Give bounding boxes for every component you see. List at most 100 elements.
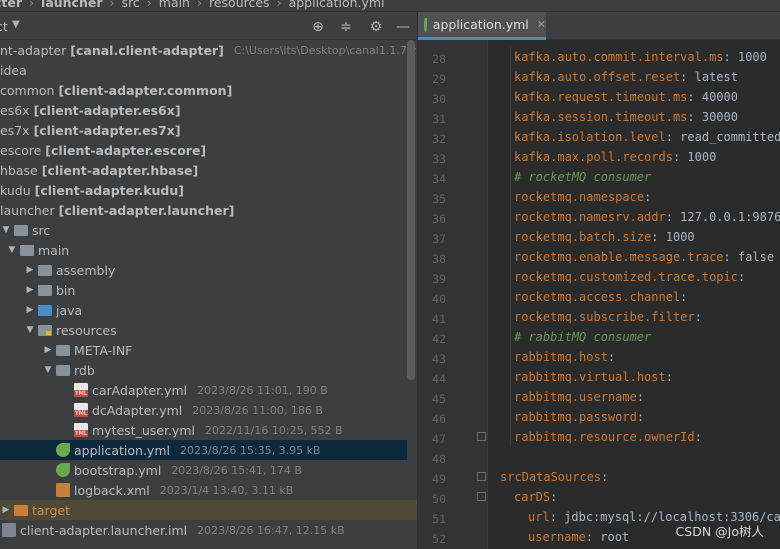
code-line[interactable]: rabbitmq.resource.ownerId: xyxy=(514,427,702,447)
folder-icon xyxy=(14,224,28,236)
tree-item[interactable]: nt-adapter [canal.client-adapter] C:\Users… xyxy=(0,40,417,60)
tree-item[interactable]: ▶ assembly xyxy=(0,260,407,280)
yaml-value: 30000 xyxy=(694,110,738,124)
line-number: 45 xyxy=(432,392,446,406)
folder-icon xyxy=(38,324,52,336)
tree-item[interactable]: launcher [client-adapter.launcher] xyxy=(0,200,407,220)
code-line[interactable]: srcDataSources: xyxy=(500,467,608,487)
tree-item-label: assembly xyxy=(56,262,116,278)
collapse-arrow-icon[interactable]: ▶ xyxy=(42,345,54,355)
code-line[interactable]: kafka.max.poll.records: 1000 xyxy=(514,147,716,167)
collapse-all-icon[interactable]: ≑ xyxy=(338,19,354,35)
code-line[interactable]: carDS: xyxy=(514,487,557,507)
code-line[interactable]: kafka.request.timeout.ms: 40000 xyxy=(514,87,738,107)
code-line[interactable]: kafka.session.timeout.ms: 30000 xyxy=(514,107,738,127)
collapse-arrow-icon[interactable]: ▶ xyxy=(24,285,36,295)
fold-start-icon[interactable] xyxy=(477,492,486,501)
gear-icon[interactable]: ⚙ xyxy=(368,19,384,35)
yaml-key: kafka.auto.offset.reset xyxy=(514,70,681,84)
spring-file-icon xyxy=(56,463,70,477)
fold-end-icon[interactable] xyxy=(477,432,486,441)
editor: application.yml ✕ 28 29 30 31 32 33 34 35 36 37 38… xyxy=(417,12,780,549)
collapse-arrow-icon[interactable]: ▶ xyxy=(24,305,36,315)
breadcrumb-item[interactable]: src xyxy=(122,0,140,10)
expand-arrow-icon[interactable]: ▼ xyxy=(24,325,36,335)
tree-item-label: escore xyxy=(0,142,42,158)
chevron-down-icon[interactable]: ▼ xyxy=(12,19,20,30)
close-icon[interactable]: ✕ xyxy=(537,18,546,31)
code-line[interactable]: rocketmq.batch.size: 1000 xyxy=(514,227,695,247)
expand-arrow-icon[interactable]: ▼ xyxy=(6,245,18,255)
tree-item[interactable]: es6x [client-adapter.es6x] xyxy=(0,100,407,120)
code-line[interactable]: rocketmq.access.channel: xyxy=(514,287,687,307)
code-line[interactable]: # rabbitMQ consumer xyxy=(514,327,651,347)
code-line[interactable]: kafka.auto.offset.reset: latest xyxy=(514,67,738,87)
tree-item[interactable]: ▼ rdb xyxy=(0,360,407,380)
line-number: 52 xyxy=(432,532,446,546)
tree-item[interactable]: application.yml 2023/8/26 15:35, 3.95 kB xyxy=(0,440,407,460)
tree-item[interactable]: ▼ src xyxy=(0,220,407,240)
yaml-key: kafka.auto.commit.interval.ms xyxy=(514,50,724,64)
tree-item-label: bootstrap.yml xyxy=(74,462,162,478)
breadcrumb-item[interactable]: main xyxy=(159,0,190,10)
expand-arrow-icon[interactable]: ▼ xyxy=(42,365,54,375)
yaml-colon: : xyxy=(585,530,594,544)
code-line[interactable]: rabbitmq.username: xyxy=(514,387,644,407)
code-line[interactable]: kafka.auto.commit.interval.ms: 1000 xyxy=(514,47,767,67)
code-line[interactable]: rabbitmq.password: xyxy=(514,407,644,427)
yaml-value: latest xyxy=(687,70,738,84)
tree-item[interactable]: client-adapter.launcher.iml 2023/8/26 16:… xyxy=(0,520,407,540)
module-name: [client-adapter.es6x] xyxy=(33,102,181,118)
tree-item[interactable]: logback.xml 2023/1/4 13:40, 3.11 kB xyxy=(0,480,407,500)
project-panel: ct ▼ ⊕ ≑ ⚙ — nt-adapter[canal.client-ada… xyxy=(0,12,417,549)
line-number: 46 xyxy=(432,412,446,426)
code-line[interactable]: rocketmq.namespace: xyxy=(514,187,651,207)
tree-item[interactable]: ▶ META-INF xyxy=(0,340,407,360)
tree-item[interactable]: bootstrap.yml 2023/8/26 15:41, 174 B xyxy=(0,460,407,480)
fold-start-icon[interactable] xyxy=(477,472,486,481)
breadcrumb-item[interactable]: cter xyxy=(0,0,22,10)
hide-panel-icon[interactable]: — xyxy=(395,19,411,35)
code-line[interactable]: rocketmq.enable.message.trace: false xyxy=(514,247,774,267)
breadcrumb-item[interactable]: application.yml xyxy=(289,0,385,10)
tree-item[interactable]: ▶ java xyxy=(0,300,407,320)
yaml-key: rabbitmq.username xyxy=(514,390,637,404)
code-line[interactable]: rocketmq.customized.trace.topic: xyxy=(514,267,745,287)
code-line[interactable]: username: root xyxy=(528,527,629,547)
tree-item-label: kudu xyxy=(0,182,31,198)
tree-item[interactable]: hbase [client-adapter.hbase] xyxy=(0,160,407,180)
yaml-colon: : xyxy=(687,90,695,104)
line-number: 49 xyxy=(432,472,446,486)
project-view-title[interactable]: ct xyxy=(0,19,8,34)
tree-item[interactable]: idea xyxy=(0,60,407,80)
vertical-scrollbar[interactable] xyxy=(407,40,415,380)
collapse-arrow-icon[interactable]: ▶ xyxy=(0,505,12,515)
code-line[interactable]: kafka.isolation.level: read_committed xyxy=(514,127,780,147)
code-line[interactable]: # rocketMQ consumer xyxy=(514,167,651,187)
tree-item[interactable]: mytest_user.yml 2022/11/16 10:25, 552 B xyxy=(0,420,407,440)
tab-application-yml[interactable]: application.yml ✕ xyxy=(418,12,546,40)
file-meta: 2023/8/26 15:35, 3.95 kB xyxy=(179,443,321,457)
tree-item[interactable]: dcAdapter.yml 2023/8/26 11:00, 186 B xyxy=(0,400,407,420)
tree-item[interactable]: ▶ bin xyxy=(0,280,407,300)
collapse-arrow-icon[interactable]: ▶ xyxy=(24,265,36,275)
tree-item[interactable]: kudu [client-adapter.kudu] xyxy=(0,180,407,200)
code-line[interactable]: rabbitmq.host: xyxy=(514,347,615,367)
tree-item[interactable]: ▼ resources xyxy=(0,320,407,340)
expand-arrow-icon[interactable]: ▼ xyxy=(0,225,12,235)
chevron-right-icon: › xyxy=(109,0,115,10)
file-meta: 2023/8/26 11:00, 186 B xyxy=(192,403,323,417)
code-line[interactable]: rocketmq.subscribe.filter: xyxy=(514,307,702,327)
tree-item[interactable]: ▶ target xyxy=(0,500,417,520)
tree-item[interactable]: carAdapter.yml 2023/8/26 11:01, 190 B xyxy=(0,380,407,400)
tree-item[interactable]: common [client-adapter.common] xyxy=(0,80,407,100)
tree-item-label: java xyxy=(56,302,83,318)
tree-item[interactable]: escore [client-adapter.escore] xyxy=(0,140,407,160)
breadcrumb-item[interactable]: launcher xyxy=(41,0,102,10)
code-line[interactable]: rabbitmq.virtual.host: xyxy=(514,367,673,387)
tree-item[interactable]: es7x [client-adapter.es7x] xyxy=(0,120,407,140)
tree-item[interactable]: ▼ main xyxy=(0,240,407,260)
breadcrumb-item[interactable]: resources xyxy=(209,0,270,10)
code-line[interactable]: rocketmq.namesrv.addr: 127.0.0.1:9876 xyxy=(514,207,780,227)
locate-icon[interactable]: ⊕ xyxy=(310,19,326,35)
